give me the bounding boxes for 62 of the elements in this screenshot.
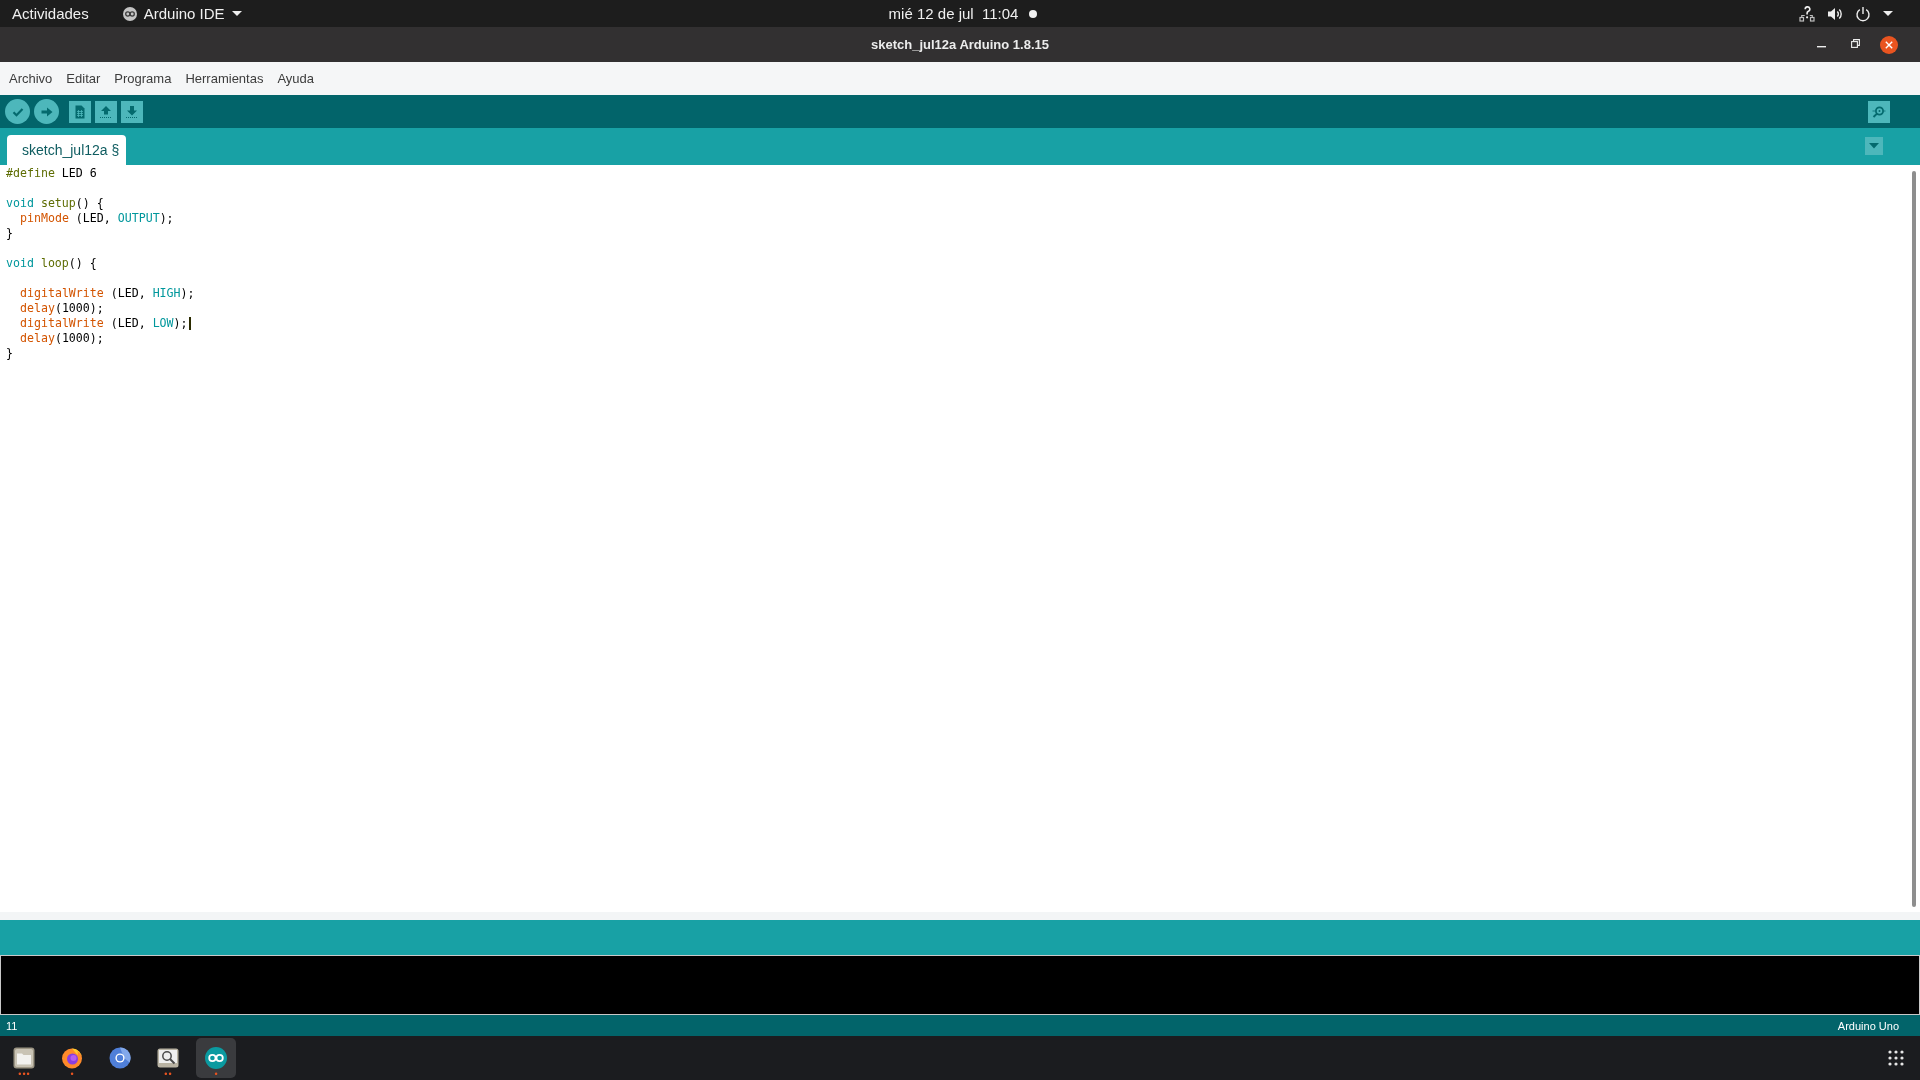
code-line: } bbox=[6, 226, 13, 241]
code-line: delay(1000); bbox=[20, 301, 104, 316]
network-question-icon bbox=[1799, 5, 1815, 22]
text-cursor bbox=[188, 317, 191, 330]
upload-button[interactable] bbox=[34, 99, 59, 124]
code-line: delay(1000); bbox=[20, 331, 104, 346]
code-line: } bbox=[6, 346, 13, 361]
code-line: pinMode (LED, OUTPUT); bbox=[20, 211, 174, 226]
power-icon bbox=[1855, 5, 1871, 22]
running-indicator: • bbox=[69, 1070, 75, 1078]
editor-tab[interactable]: sketch_jul12a § bbox=[7, 135, 127, 165]
app-menu[interactable]: Arduino IDE bbox=[122, 4, 242, 23]
code-line: void loop() { bbox=[6, 256, 97, 271]
save-button[interactable] bbox=[121, 100, 143, 123]
menu-item[interactable]: Herramientas bbox=[185, 71, 264, 86]
app-grid-button[interactable] bbox=[1888, 1050, 1904, 1066]
menu-item[interactable]: Editar bbox=[66, 71, 101, 86]
system-menu-button[interactable] bbox=[1799, 5, 1893, 22]
clock-button[interactable]: mié 12 de jul 11:04 bbox=[882, 5, 1038, 22]
circle-ring-icon bbox=[109, 1047, 131, 1069]
menu-item[interactable]: Ayuda bbox=[277, 71, 315, 86]
document-icon bbox=[73, 104, 87, 119]
running-indicator: • bbox=[213, 1070, 219, 1078]
restore-icon bbox=[1851, 38, 1860, 48]
running-indicator: •• bbox=[163, 1070, 173, 1078]
magnifier-icon bbox=[157, 1047, 179, 1069]
running-indicator: ••• bbox=[17, 1070, 31, 1078]
speaker-icon bbox=[1827, 5, 1843, 22]
flame-globe-icon bbox=[61, 1047, 83, 1069]
open-button[interactable] bbox=[95, 100, 117, 123]
window-title: sketch_jul12a Arduino 1.8.15 bbox=[871, 37, 1049, 52]
close-icon bbox=[1885, 40, 1893, 49]
magnifier-icon bbox=[1872, 104, 1886, 119]
activities-button[interactable]: Actividades bbox=[12, 5, 89, 22]
dock-item[interactable]: • bbox=[52, 1038, 92, 1078]
serial-monitor-button[interactable] bbox=[1868, 100, 1890, 123]
app-grid-icon bbox=[1888, 1050, 1904, 1066]
code-line: #define LED 6 bbox=[6, 166, 97, 181]
up-arrow-icon bbox=[99, 104, 113, 119]
line-number: 11 bbox=[6, 1019, 18, 1032]
verify-button[interactable] bbox=[5, 99, 30, 124]
code-line: digitalWrite (LED, HIGH); bbox=[20, 286, 195, 301]
new-button[interactable] bbox=[69, 100, 91, 123]
caret-icon bbox=[1883, 11, 1893, 16]
menu-item[interactable]: Archivo bbox=[9, 71, 53, 86]
code-line: void setup() { bbox=[6, 196, 104, 211]
restore-button[interactable] bbox=[1851, 38, 1860, 48]
minimize-icon bbox=[1817, 45, 1826, 48]
dock-item[interactable]: ••• bbox=[4, 1038, 44, 1078]
caret-icon bbox=[231, 11, 242, 16]
infinity-icon bbox=[205, 1047, 227, 1069]
scrollbar-thumb[interactable] bbox=[1912, 171, 1916, 907]
folder-icon bbox=[13, 1047, 35, 1069]
close-button[interactable] bbox=[1880, 35, 1898, 54]
code-line: digitalWrite (LED, LOW); bbox=[20, 316, 188, 331]
caret-icon bbox=[1869, 142, 1879, 149]
tab-menu-button[interactable] bbox=[1865, 136, 1883, 155]
down-arrow-icon bbox=[125, 104, 139, 119]
infinity-icon bbox=[122, 6, 137, 21]
board-name: Arduino Uno bbox=[1837, 1019, 1899, 1032]
dock-item[interactable]: •• bbox=[148, 1038, 188, 1078]
menu-item[interactable]: Programa bbox=[114, 71, 172, 86]
